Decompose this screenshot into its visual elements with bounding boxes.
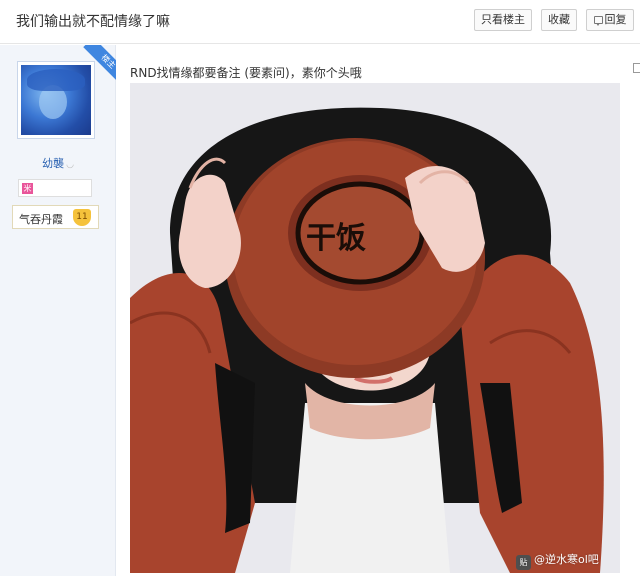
rank-name: 气吞丹霞: [19, 213, 63, 226]
thread-title: 我们输出就不配情缘了嘛: [16, 14, 170, 30]
bowl-stamp-text: 干饭: [306, 221, 366, 256]
avatar[interactable]: [21, 65, 91, 135]
badge-box[interactable]: 米: [18, 179, 92, 197]
avatar-frame[interactable]: [17, 61, 95, 139]
rank-level-badge: 11: [73, 209, 91, 226]
girl-with-bowl-illustration: [130, 83, 620, 573]
username-link[interactable]: 幼襲: [42, 157, 64, 170]
post-corner-icon[interactable]: [633, 63, 640, 73]
thread-header: 我们输出就不配情缘了嘛 只看楼主 收藏 回复: [0, 0, 640, 44]
only-op-button[interactable]: 只看楼主: [474, 9, 532, 31]
username-line: 幼襲 ◡: [0, 155, 116, 171]
author-panel: 楼主 幼襲 ◡ 米 气吞丹霞 11: [0, 45, 116, 576]
tieba-logo-icon: 贴: [516, 555, 531, 570]
rank-box[interactable]: 气吞丹霞 11: [12, 205, 99, 229]
post-text: RND找情缘都要备注 (要素问)，素你个头哦: [130, 66, 362, 80]
post-image[interactable]: 干饭: [130, 83, 620, 573]
reply-icon: [593, 16, 603, 26]
vip-icon: ◡: [66, 160, 74, 170]
member-badge-icon: 米: [22, 183, 33, 194]
reply-button[interactable]: 回复: [586, 9, 634, 31]
image-watermark: 贴 @逆水寒ol吧: [516, 551, 599, 570]
watermark-text: @逆水寒ol吧: [534, 553, 599, 566]
favorite-button[interactable]: 收藏: [541, 9, 577, 31]
reply-button-label: 回复: [604, 13, 627, 26]
